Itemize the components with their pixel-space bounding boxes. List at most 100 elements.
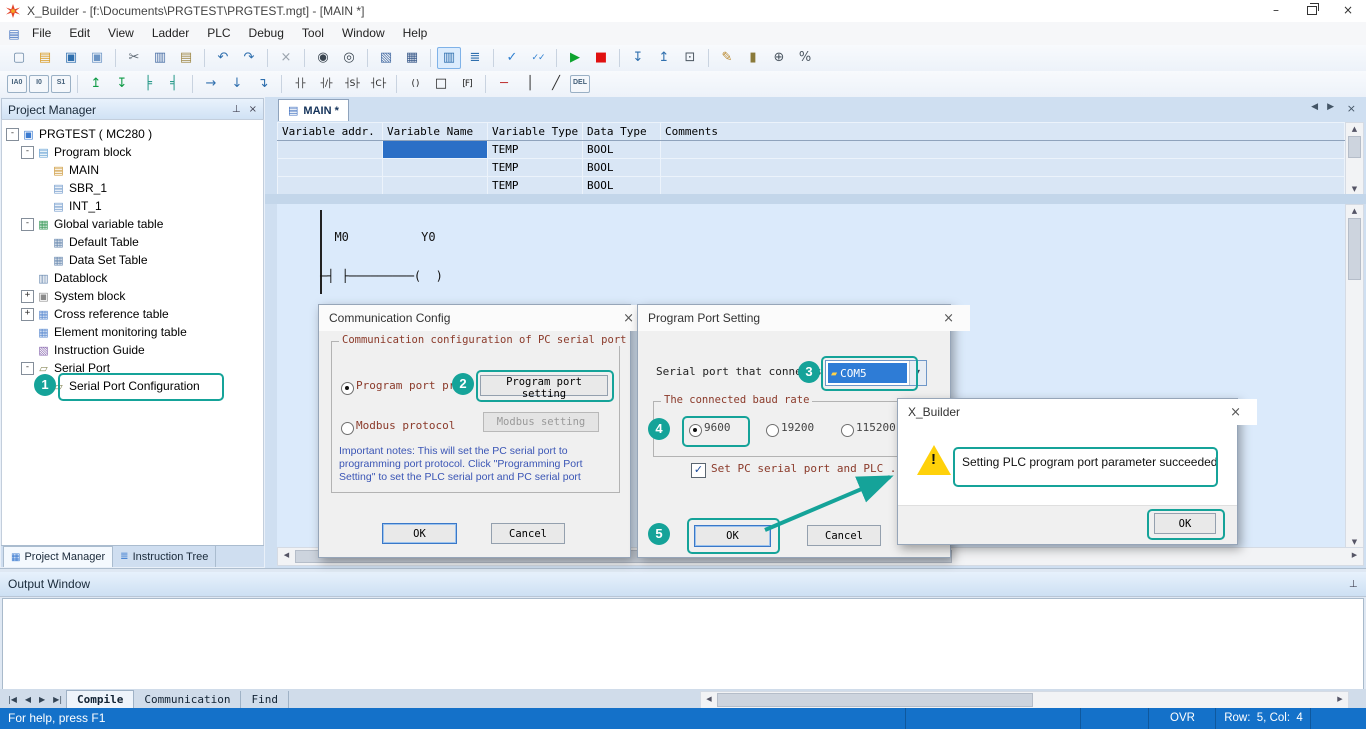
tab-close-icon[interactable]: × <box>1347 102 1356 115</box>
tree-item-program-block[interactable]: -▤Program block <box>2 143 263 161</box>
menu-view[interactable]: View <box>99 22 143 45</box>
ladder-scrollbar[interactable]: ▲ ▼ <box>1345 204 1364 549</box>
tree-item-cross-reference-table[interactable]: +▦Cross reference table <box>2 305 263 323</box>
tree-item-default-table[interactable]: ▦Default Table <box>2 233 263 251</box>
scroll-left-icon[interactable]: ◀ <box>701 692 717 708</box>
instruction-tree-view-icon[interactable]: ≣ <box>463 47 487 69</box>
col-header-variable-name[interactable]: Variable Name <box>383 123 488 141</box>
collapse-icon[interactable]: - <box>21 362 34 375</box>
minimize-button[interactable]: – <box>1258 0 1294 22</box>
stop-icon[interactable]: ■ <box>589 47 613 69</box>
import-icon[interactable]: ▧ <box>374 47 398 69</box>
dialog-titlebar[interactable]: X_Builder × <box>898 399 1257 425</box>
col-header-variable-type[interactable]: Variable Type <box>488 123 583 141</box>
next-tab-icon[interactable]: ▶ <box>35 691 49 709</box>
table-cell[interactable] <box>661 141 1345 159</box>
menu-ladder[interactable]: Ladder <box>143 22 198 45</box>
dialog-titlebar[interactable]: Program Port Setting × <box>638 305 970 331</box>
undo-icon[interactable]: ↶ <box>211 47 235 69</box>
new-file-icon[interactable]: ▢ <box>7 47 31 69</box>
table-cell[interactable]: BOOL <box>583 141 661 159</box>
project-manager-view-icon[interactable]: ▥ <box>437 47 461 69</box>
find-icon[interactable]: ◉ <box>311 47 335 69</box>
tree-item-prgtest[interactable]: -▣PRGTEST ( MC280 ) <box>2 125 263 143</box>
tree-item-sbr-1[interactable]: ▤SBR_1 <box>2 179 263 197</box>
zoom-in-icon[interactable]: ⊕ <box>767 47 791 69</box>
scrollbar-thumb[interactable] <box>1348 218 1361 280</box>
cancel-button[interactable]: Cancel <box>491 523 565 544</box>
wire-right-icon[interactable]: → <box>199 73 223 95</box>
delete-element-icon[interactable]: DEL <box>570 75 590 93</box>
save-all-icon[interactable]: ▣ <box>85 47 109 69</box>
prev-tab-icon[interactable]: ◀ <box>21 691 35 709</box>
scroll-up-icon[interactable]: ▲ <box>1346 207 1363 215</box>
program-port-radio-label[interactable]: Program port pro <box>356 377 462 395</box>
tree-item-system-block[interactable]: +▣System block <box>2 287 263 305</box>
program-port-radio[interactable] <box>341 382 354 395</box>
save-icon[interactable]: ▣ <box>59 47 83 69</box>
run-icon[interactable]: ▶ <box>563 47 587 69</box>
insert-row-above-icon[interactable]: ↥ <box>84 73 108 95</box>
baud-115200-label[interactable]: 115200 <box>856 419 896 437</box>
table-cell[interactable]: BOOL <box>583 159 661 177</box>
close-icon[interactable]: × <box>937 311 960 326</box>
baud-115200-radio[interactable] <box>841 424 854 437</box>
tab-scroll-left-icon[interactable]: ◀ <box>1311 102 1318 112</box>
table-cell[interactable]: TEMP <box>488 141 583 159</box>
editor-splitter[interactable] <box>265 194 1366 204</box>
col-header-comments[interactable]: Comments <box>661 123 1345 141</box>
compile-all-icon[interactable]: ✓✓ <box>526 47 550 69</box>
menu-debug[interactable]: Debug <box>240 22 293 45</box>
wire-corner-icon[interactable]: ↴ <box>251 73 275 95</box>
tree-item-int-1[interactable]: ▤INT_1 <box>2 197 263 215</box>
cut-icon[interactable]: ✂ <box>122 47 146 69</box>
tab-find[interactable]: Find <box>241 691 289 709</box>
tab-project-manager[interactable]: ▦ Project Manager <box>3 546 113 567</box>
upload-program-icon[interactable]: ↥ <box>652 47 676 69</box>
insert-cell-icon[interactable]: ╞ <box>136 73 160 95</box>
menu-window[interactable]: Window <box>333 22 394 45</box>
show-symbol-icon[interactable]: S1 <box>51 75 71 93</box>
tree-item-global-variable-table[interactable]: -▦Global variable table <box>2 215 263 233</box>
table-cell[interactable] <box>278 177 383 195</box>
table-cell[interactable]: BOOL <box>583 177 661 195</box>
table-cell[interactable] <box>383 177 488 195</box>
output-content[interactable] <box>2 598 1364 690</box>
table-cell[interactable] <box>661 177 1345 195</box>
table-cell[interactable]: TEMP <box>488 177 583 195</box>
delete-cell-icon[interactable]: ╡ <box>162 73 186 95</box>
compile-icon[interactable]: ✓ <box>500 47 524 69</box>
collapse-icon[interactable]: - <box>21 218 34 231</box>
tree-item-element-monitoring-table[interactable]: ▦Element monitoring table <box>2 323 263 341</box>
compare-block-icon[interactable]: □ <box>429 73 453 95</box>
scroll-right-icon[interactable]: ▶ <box>1332 692 1348 708</box>
tree-item-data-set-table[interactable]: ▦Data Set Table <box>2 251 263 269</box>
zoom-ratio-icon[interactable]: % <box>793 47 817 69</box>
scroll-up-icon[interactable]: ▲ <box>1346 125 1363 133</box>
menu-file[interactable]: File <box>23 22 60 45</box>
ok-button[interactable]: OK <box>382 523 457 544</box>
scroll-down-icon[interactable]: ▼ <box>1346 185 1363 193</box>
open-contact-icon[interactable]: ┤├ <box>288 73 312 95</box>
function-block-icon[interactable]: [F] <box>455 73 479 95</box>
vertical-line-icon[interactable]: │ <box>518 73 542 95</box>
table-cell[interactable] <box>383 159 488 177</box>
delete-icon[interactable]: × <box>274 47 298 69</box>
set-contact-icon[interactable]: ┤S├ <box>340 73 364 95</box>
close-button[interactable]: × <box>1330 0 1366 22</box>
tab-main-editor[interactable]: ▤ MAIN * <box>278 99 349 121</box>
tab-communication[interactable]: Communication <box>134 691 241 709</box>
tree-item-main[interactable]: ▤MAIN <box>2 161 263 179</box>
reset-contact-icon[interactable]: ┤C├ <box>366 73 390 95</box>
lock-icon[interactable]: ▮ <box>741 47 765 69</box>
menu-plc[interactable]: PLC <box>198 22 239 45</box>
menu-help[interactable]: Help <box>394 22 437 45</box>
col-header-variable-addr[interactable]: Variable addr. <box>278 123 383 141</box>
close-icon[interactable]: × <box>249 104 257 115</box>
copy-icon[interactable]: ▥ <box>148 47 172 69</box>
edit-mode-icon[interactable]: ✎ <box>715 47 739 69</box>
paste-icon[interactable]: ▤ <box>174 47 198 69</box>
output-hscrollbar[interactable]: ◀ ▶ <box>700 691 1349 709</box>
tab-compile[interactable]: Compile <box>66 690 134 709</box>
menu-edit[interactable]: Edit <box>60 22 99 45</box>
